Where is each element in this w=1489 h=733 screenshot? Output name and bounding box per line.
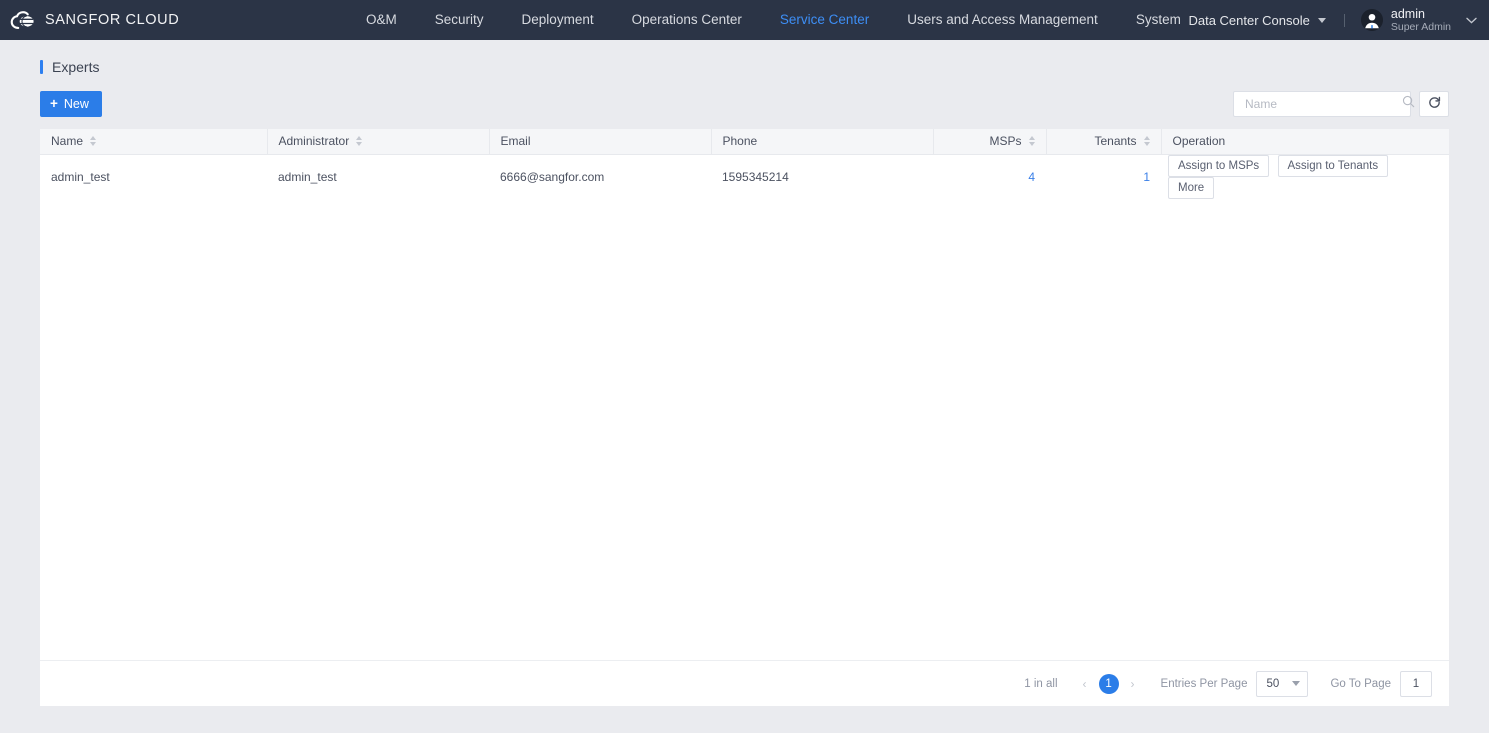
plus-icon: + [50, 96, 58, 112]
cell-name: admin_test [51, 169, 110, 184]
console-selector[interactable]: Data Center Console [1188, 12, 1326, 28]
table-header: Name Administrator Email Phone MSPs Tena… [40, 129, 1449, 155]
cloud-sphere-logo-icon [10, 9, 36, 31]
title-accent-bar [40, 60, 43, 74]
entries-per-page-value: 50 [1266, 677, 1280, 690]
column-header-phone: Phone [711, 129, 934, 155]
new-button[interactable]: + New [40, 91, 102, 117]
more-button[interactable]: More [1168, 176, 1215, 199]
main-navigation: O&M Security Deployment Operations Cente… [347, 0, 1200, 40]
tenants-count-link[interactable]: 1 [1143, 170, 1150, 184]
sort-icon[interactable] [1028, 136, 1035, 147]
go-to-page-input-wrap[interactable] [1400, 670, 1432, 697]
assign-to-tenants-button[interactable]: Assign to Tenants [1277, 154, 1389, 177]
experts-table: Name Administrator Email Phone MSPs Tena… [40, 129, 1449, 199]
column-header-msps-label: MSPs [989, 134, 1022, 149]
column-header-email: Email [489, 129, 712, 155]
chevron-right-icon[interactable]: › [1123, 677, 1143, 691]
cell-email: 6666@sangfor.com [500, 169, 605, 184]
total-count-label: 1 in all [1024, 677, 1058, 690]
column-header-name-label: Name [51, 134, 84, 149]
top-header-bar: SANGFOR CLOUD O&M Security Deployment Op… [0, 0, 1489, 40]
assign-to-msps-button[interactable]: Assign to MSPs [1168, 154, 1270, 177]
entries-per-page-select[interactable]: 50 [1256, 670, 1309, 697]
header-right-controls: Data Center Console admin Super Admin [1188, 0, 1477, 40]
caret-down-icon [1292, 681, 1301, 686]
refresh-icon [1428, 96, 1441, 112]
column-header-tenants[interactable]: Tenants [1046, 129, 1162, 155]
toolbar: + New [40, 91, 1449, 117]
brand[interactable]: SANGFOR CLOUD [0, 9, 179, 31]
caret-down-icon [1317, 17, 1326, 23]
page-title-row: Experts [0, 40, 1489, 75]
user-avatar-icon [1360, 9, 1383, 31]
cell-phone: 1595345214 [722, 169, 789, 184]
cell-tenants: 1 [1046, 154, 1161, 199]
content-card: Name Administrator Email Phone MSPs Tena… [40, 129, 1449, 706]
new-button-label: New [63, 97, 89, 111]
page-title: Experts [52, 59, 100, 75]
column-header-email-label: Email [500, 134, 531, 149]
toolbar-right [1233, 91, 1449, 117]
table-body: admin_test admin_test 6666@sangfor.com 1… [40, 154, 1449, 199]
nav-item-system[interactable]: System [1117, 0, 1200, 40]
search-icon[interactable] [1402, 95, 1415, 113]
console-selector-label: Data Center Console [1188, 12, 1310, 28]
msps-count-link[interactable]: 4 [1028, 170, 1035, 184]
user-info: admin Super Admin [1391, 7, 1451, 33]
user-name: admin [1390, 6, 1425, 21]
chevron-down-icon [1466, 14, 1477, 26]
nav-item-om[interactable]: O&M [347, 0, 416, 40]
header-divider [1343, 13, 1345, 27]
sort-icon[interactable] [90, 136, 97, 147]
user-role: Super Admin [1390, 21, 1451, 34]
nav-item-security[interactable]: Security [416, 0, 503, 40]
sort-icon[interactable] [356, 136, 363, 147]
cell-operation: Assign to MSPs Assign to Tenants More [1161, 154, 1449, 199]
page-number-1[interactable]: 1 [1098, 673, 1119, 694]
nav-item-operations-center[interactable]: Operations Center [613, 0, 761, 40]
entries-per-page-label: Entries Per Page [1160, 677, 1248, 690]
nav-item-service-center[interactable]: Service Center [761, 0, 888, 40]
cell-administrator: admin_test [278, 169, 337, 184]
search-input[interactable] [1243, 96, 1402, 112]
sort-icon[interactable] [1143, 136, 1150, 147]
column-header-msps[interactable]: MSPs [933, 129, 1047, 155]
user-menu[interactable]: admin Super Admin [1360, 7, 1477, 33]
table-row[interactable]: admin_test admin_test 6666@sangfor.com 1… [40, 154, 1449, 199]
column-header-administrator[interactable]: Administrator [267, 129, 490, 155]
nav-item-deployment[interactable]: Deployment [503, 0, 613, 40]
nav-item-users-and-access-management[interactable]: Users and Access Management [888, 0, 1117, 40]
go-to-page-label: Go To Page [1330, 677, 1391, 690]
refresh-button[interactable] [1419, 91, 1449, 117]
cell-msps: 4 [933, 154, 1046, 199]
column-header-name[interactable]: Name [40, 129, 268, 155]
table-header-row: Name Administrator Email Phone MSPs Tena… [40, 129, 1449, 155]
brand-name: SANGFOR CLOUD [45, 12, 180, 28]
column-header-tenants-label: Tenants [1094, 134, 1137, 149]
column-header-phone-label: Phone [722, 134, 758, 149]
go-to-page-input[interactable] [1401, 676, 1431, 691]
column-header-operation-label: Operation [1172, 134, 1226, 149]
column-header-operation: Operation [1161, 129, 1449, 155]
column-header-administrator-label: Administrator [278, 134, 350, 149]
search-box[interactable] [1233, 91, 1415, 117]
chevron-left-icon[interactable]: ‹ [1075, 677, 1095, 691]
pagination: 1 in all ‹ 1 › Entries Per Page 50 Go To… [40, 660, 1449, 706]
